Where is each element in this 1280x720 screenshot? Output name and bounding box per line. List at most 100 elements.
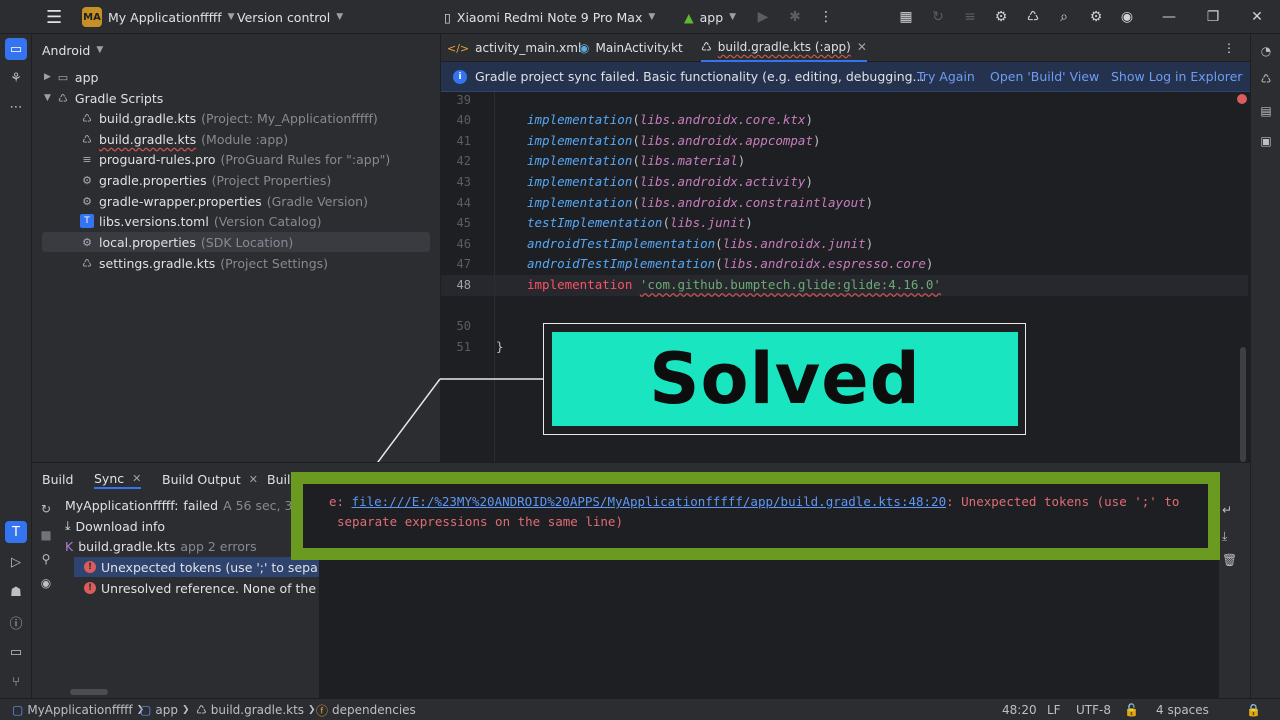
tab-build-gradle-app[interactable]: ♺ build.gradle.kts (:app) ✕ (701, 34, 867, 62)
eye-icon[interactable]: ◉ (38, 575, 54, 591)
terminal-icon[interactable]: ▭ (5, 641, 27, 663)
code-line-error: implementation 'com.github.bumptech.glid… (527, 277, 941, 292)
scroll-to-end-icon[interactable]: ⤓ (1222, 529, 1238, 545)
tree-item-hint: (Module :app) (201, 131, 289, 147)
tree-item-label: build.gradle.kts (99, 131, 197, 147)
build-hammer-icon[interactable]: T (5, 521, 27, 543)
close-icon[interactable]: ✕ (1248, 8, 1266, 26)
running-devices-icon[interactable]: ▣ (1257, 132, 1275, 150)
resource-manager-icon[interactable]: ⚘ (5, 67, 27, 89)
tab-activity-main[interactable]: </> activity_main.xml (447, 34, 581, 62)
breadcrumb-dependencies[interactable]: ⓕ dependencies (316, 702, 416, 718)
tab-main-activity[interactable]: ◉ MainActivity.kt (579, 34, 683, 62)
device-explorer-icon[interactable]: ▤ (1257, 102, 1275, 120)
tree-item-proguard[interactable]: ≡ proguard-rules.pro (ProGuard Rules for… (80, 149, 390, 169)
build-tree-root[interactable]: MyApplicationfffff: failed A 56 sec, 382 (65, 495, 308, 515)
logcat-icon[interactable]: ☗ (5, 581, 27, 603)
error-file-link[interactable]: file:///E:/%23MY%20ANDROID%20APPS/MyAppl… (352, 494, 947, 509)
indent-setting[interactable]: 4 spaces (1156, 702, 1209, 718)
tree-item-gradle-scripts[interactable]: ▼ ♺ Gradle Scripts (44, 88, 163, 108)
project-selector[interactable]: MA My Applicationfffff ▼ (82, 0, 235, 34)
soft-wrap-icon[interactable]: ↵ (1222, 503, 1238, 519)
caret-position[interactable]: 48:20 (1002, 702, 1037, 718)
tree-item-app[interactable]: ▶ ▭ app (44, 67, 98, 87)
resync-icon[interactable]: ↻ (38, 501, 54, 517)
show-log-link[interactable]: Show Log in Explorer (1111, 69, 1242, 84)
git-icon[interactable]: ⑂ (5, 671, 27, 693)
project-view-selector[interactable]: Android ▼ (42, 40, 103, 60)
tree-item-build-gradle-project[interactable]: ♺ build.gradle.kts (Project: My_Applicat… (80, 108, 378, 128)
sdk-manager-icon[interactable]: ⚙ (992, 8, 1010, 26)
folder-icon: ▭ (57, 70, 69, 84)
close-tab-icon[interactable]: ✕ (857, 40, 867, 54)
tree-item-label: gradle.properties (99, 172, 207, 188)
open-build-view-link[interactable]: Open 'Build' View (990, 69, 1099, 84)
settings-gear-icon[interactable]: ⚙ (1087, 8, 1105, 26)
build-tree-error-1[interactable]: ! Unexpected tokens (use ';' to separa (84, 557, 318, 577)
vcs-selector[interactable]: Version control ▼ (237, 0, 343, 34)
tab-build-output[interactable]: Build Output ✕ (162, 469, 258, 489)
tab-build[interactable]: Build (42, 469, 73, 489)
more-tools-icon[interactable]: ⋯ (5, 96, 27, 118)
run-config-selector[interactable]: ▲ app ▼ (684, 0, 736, 34)
error-stripe-icon[interactable] (1237, 94, 1247, 104)
minimize-icon[interactable]: — (1160, 8, 1178, 26)
tree-item-hint: (Version Catalog) (213, 213, 322, 229)
lock-icon[interactable]: 🔓 (1124, 702, 1139, 718)
account-icon[interactable]: ◉ (1118, 8, 1136, 26)
tree-item-gradle-wrapper[interactable]: ⚙ gradle-wrapper.properties (Gradle Vers… (80, 191, 368, 211)
pin-icon[interactable]: ⚲ (38, 551, 54, 567)
lock-icon[interactable]: 🔒 (1246, 702, 1261, 718)
build-tree-download[interactable]: ⤓ Download info (65, 516, 165, 536)
chevron-down-icon: ▼ (44, 93, 51, 103)
project-name: My Applicationfffff (108, 9, 222, 25)
tab-label: activity_main.xml (475, 41, 582, 55)
gradle-icon[interactable]: ♺ (1257, 70, 1275, 88)
more-icon[interactable]: ⋮ (817, 8, 835, 26)
tree-item-libs-versions[interactable]: T libs.versions.toml (Version Catalog) (80, 211, 322, 231)
run-panel-icon[interactable]: ▷ (5, 551, 27, 573)
build-tree-error-2[interactable]: ! Unresolved reference. None of the f (84, 578, 318, 598)
tree-item-build-gradle-module[interactable]: ♺ build.gradle.kts (Module :app) (80, 129, 288, 149)
breadcrumb-app[interactable]: ▢ app ❯ (140, 702, 189, 718)
try-again-link[interactable]: Try Again (917, 69, 975, 84)
tab-sync[interactable]: Sync ✕ (94, 469, 142, 489)
line-number: 50 (456, 319, 471, 333)
tree-item-gradle-properties[interactable]: ⚙ gradle.properties (Project Properties) (80, 170, 331, 190)
profiler-icon[interactable]: ≡ (961, 8, 979, 26)
kotlin-file-icon: K (65, 538, 74, 554)
restore-icon[interactable]: ❐ (1204, 8, 1222, 26)
android-icon: ▲ (684, 9, 694, 25)
run-icon[interactable]: ▶ (754, 8, 772, 26)
editor-tabs: </> activity_main.xml ◉ MainActivity.kt … (441, 34, 1250, 62)
editor-scrollbar[interactable] (1240, 347, 1246, 462)
breadcrumb-file[interactable]: ♺ build.gradle.kts ❯ (196, 702, 316, 718)
apply-changes-icon[interactable]: ↻ (929, 8, 947, 26)
close-tab-icon[interactable]: ✕ (249, 473, 258, 486)
sync-gradle-icon[interactable]: ♺ (1024, 8, 1042, 26)
tree-item-local-properties[interactable]: ⚙ local.properties (SDK Location) (80, 232, 293, 252)
build-tree-file[interactable]: K build.gradle.kts app 2 errors (65, 536, 257, 556)
line-number: 42 (456, 154, 471, 168)
debug-icon[interactable]: ✱ (786, 8, 804, 26)
problems-icon[interactable]: ⓘ (5, 611, 27, 633)
settings-file-icon: ⚙ (82, 235, 92, 249)
search-icon[interactable]: ⌕ (1055, 8, 1073, 26)
project-view-label: Android (42, 42, 91, 58)
device-selector[interactable]: ▯ Xiaomi Redmi Note 9 Pro Max ▼ (444, 0, 655, 34)
breadcrumb-project[interactable]: ▢ MyApplicationfffff ❯ (12, 702, 144, 718)
notifications-icon[interactable]: ◔ (1257, 42, 1275, 60)
line-separator[interactable]: LF (1047, 702, 1061, 718)
close-tab-icon[interactable]: ✕ (132, 472, 141, 485)
horizontal-scrollbar[interactable] (70, 689, 108, 695)
stop-icon[interactable]: ■ (38, 527, 54, 543)
tree-item-settings-gradle[interactable]: ♺ settings.gradle.kts (Project Settings) (80, 253, 328, 273)
tab-label: Sync (94, 470, 125, 486)
device-manager-icon[interactable]: ▦ (897, 8, 915, 26)
project-folder-icon[interactable]: ▭ (5, 38, 27, 60)
tab-options-button[interactable]: ⋮ (1223, 34, 1235, 62)
trash-icon[interactable]: 🗑 (1222, 553, 1238, 569)
main-menu-button[interactable]: ☰ (46, 0, 62, 34)
file-encoding[interactable]: UTF-8 (1076, 702, 1111, 718)
line-number: 46 (456, 237, 471, 251)
